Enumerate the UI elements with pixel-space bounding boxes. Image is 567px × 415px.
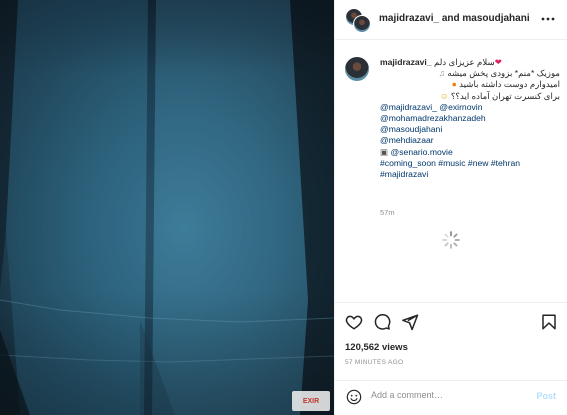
mention-link[interactable]: @masoudjahani: [380, 124, 442, 134]
bookmark-icon[interactable]: [540, 313, 558, 331]
post-header: majidrazavi_ and masoudjahani: [335, 0, 567, 40]
watermark-logo: EXIR: [292, 391, 330, 411]
comment-bar: Post: [335, 380, 567, 415]
smiley-icon[interactable]: [346, 389, 362, 405]
caption-first-line: majidrazavi_ سلام عزیزای دلم❤: [380, 57, 560, 68]
mention-link[interactable]: @majidrazavi_: [380, 102, 437, 112]
avatar[interactable]: [345, 57, 369, 81]
heart-icon[interactable]: [345, 313, 363, 331]
more-horizontal-icon[interactable]: [540, 9, 556, 29]
post-author-title[interactable]: majidrazavi_ and masoudjahani: [379, 13, 530, 24]
mention-link[interactable]: @mehdiazaar: [380, 135, 434, 145]
hashtag-link[interactable]: #new: [468, 158, 489, 168]
mention-link[interactable]: @exirnovin: [439, 102, 482, 112]
heart-emoji-icon: ❤: [494, 57, 502, 67]
post-panel: majidrazavi_ and masoudjahani majidrazav…: [334, 0, 567, 415]
caption-mentions-line: @majidrazavi_ @exirnovin: [380, 102, 560, 113]
media-artwork: [0, 0, 334, 415]
comment-input[interactable]: [371, 390, 521, 400]
caption-text-line: موزیک *منم* بزودی پخش میشه ♫: [380, 68, 560, 79]
hashtag-link[interactable]: #music: [438, 158, 465, 168]
caption-hashtags-line: #coming_soon #music #new #tehran: [380, 158, 560, 169]
comment-bubble-icon[interactable]: [373, 313, 391, 331]
post-timestamp[interactable]: 57 MINUTES AGO: [345, 359, 403, 366]
caption-timestamp[interactable]: 57m: [380, 208, 395, 217]
caption-text-line: برای کنسرت تهران آماده اید؟؟ ☺: [380, 91, 560, 102]
hashtag-link[interactable]: #tehran: [491, 158, 520, 168]
view-count[interactable]: 120,562 views: [345, 342, 408, 353]
mention-link[interactable]: @senario.movie: [391, 147, 453, 157]
hashtag-link[interactable]: #majidrazavi: [380, 169, 428, 179]
spinner-icon: [442, 231, 460, 249]
hashtag-link[interactable]: #coming_soon: [380, 158, 436, 168]
watermark-brand: EXIR: [302, 397, 320, 405]
post-comment-button[interactable]: Post: [536, 391, 556, 401]
paper-plane-icon[interactable]: [401, 313, 419, 331]
caption-username[interactable]: majidrazavi_: [380, 57, 432, 67]
caption-text: برای کنسرت تهران آماده اید؟؟: [450, 90, 560, 101]
post-media[interactable]: EXIR: [0, 0, 334, 415]
caption-text-line: امیدوارم دوست داشته باشید ●: [380, 79, 560, 90]
caption-text-line: سلام عزیزای دلم: [433, 57, 495, 67]
avatar[interactable]: [353, 15, 371, 33]
caption: majidrazavi_ سلام عزیزای دلم❤ موزیک *منم…: [380, 57, 560, 180]
music-note-icon: ♫: [438, 68, 445, 79]
caption-text: موزیک *منم* بزودی پخش میشه: [447, 68, 560, 79]
film-projector-emoji-icon: ▣: [380, 146, 389, 157]
fire-emoji-icon: ●: [451, 79, 457, 90]
mention-link[interactable]: @mohamadrezakhanzadeh: [380, 113, 486, 123]
smile-emoji-icon: ☺: [439, 90, 449, 101]
caption-text: امیدوارم دوست داشته باشید: [459, 79, 560, 90]
